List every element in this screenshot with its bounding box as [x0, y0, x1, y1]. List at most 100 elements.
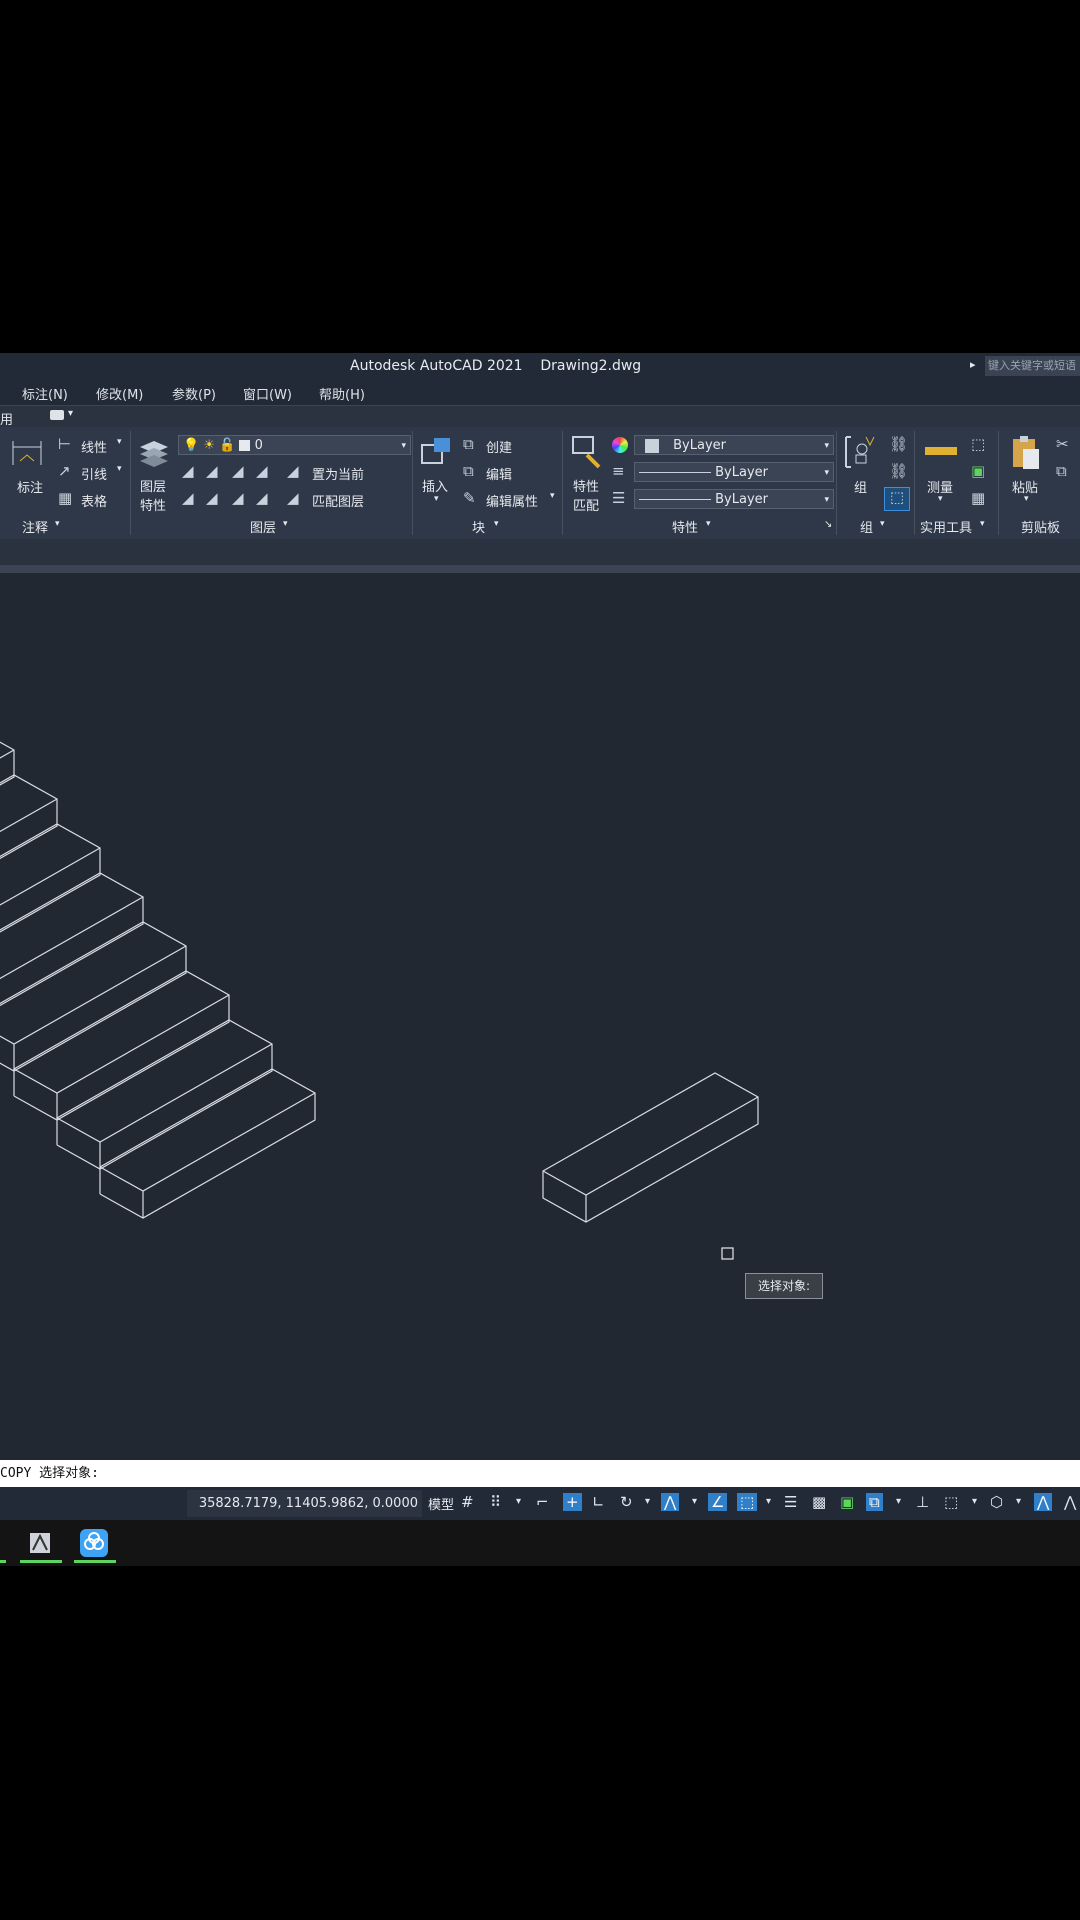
panel-launcher-icon[interactable]: ↘ [824, 519, 832, 530]
panel-title-properties[interactable]: 特性 [672, 517, 698, 536]
expand-arrow-icon[interactable]: ▸ [970, 358, 976, 371]
insert-button[interactable]: 插入 [422, 476, 448, 495]
layer-properties-label-1[interactable]: 图层 [140, 476, 166, 495]
menu-modify[interactable]: 修改(M) [96, 384, 143, 403]
insert-block-icon[interactable] [418, 435, 454, 469]
cut-icon[interactable]: ✂ [1056, 435, 1069, 453]
chevron-down-icon[interactable]: ▾ [516, 1496, 521, 1507]
layer-thaw-icon[interactable]: ◢ [232, 489, 244, 507]
measure-icon[interactable] [924, 441, 958, 461]
dimension-icon[interactable] [10, 435, 44, 469]
panel-title-layers[interactable]: 图层 [250, 517, 276, 536]
layer-unisolate-icon[interactable]: ◢ [206, 489, 218, 507]
panel-title-block[interactable]: 块 [472, 517, 485, 536]
object-snap-icon[interactable]: ⬚ [737, 1493, 758, 1511]
group-edit-icon[interactable]: ⛓ [889, 462, 908, 480]
chevron-down-icon[interactable]: ▾ [117, 437, 122, 447]
ungroup-icon[interactable]: ⛓ [889, 435, 908, 453]
color-wheel-icon[interactable] [612, 437, 628, 453]
menu-window[interactable]: 窗口(W) [243, 384, 292, 403]
gizmo-icon[interactable]: ⬚ [944, 1493, 958, 1511]
layer-off-icon[interactable]: ◢ [182, 462, 194, 480]
layer-properties-label-2[interactable]: 特性 [140, 495, 166, 514]
copy-clip-icon[interactable]: ⧉ [1056, 462, 1067, 480]
group-icon[interactable] [842, 433, 876, 471]
chevron-down-icon[interactable]: ▾ [645, 1496, 650, 1507]
dynamic-input-icon[interactable]: + [563, 1493, 582, 1511]
linear-icon[interactable]: ⊢ [58, 435, 71, 453]
snap-icon[interactable]: ⠿ [490, 1493, 501, 1511]
set-current-icon[interactable]: ◢ [287, 462, 299, 480]
edit-block-button[interactable]: 编辑 [486, 464, 512, 483]
chevron-down-icon[interactable]: ▾ [692, 1496, 697, 1507]
lineweight-dropdown[interactable]: ByLayer ▾ [634, 489, 834, 509]
match-properties-label-2[interactable]: 匹配 [573, 495, 599, 514]
chevron-down-icon[interactable]: ▾ [117, 464, 122, 474]
table-icon[interactable]: ▦ [58, 489, 72, 507]
chevron-down-icon[interactable]: ▾ [1016, 1496, 1021, 1507]
layer-dropdown[interactable]: 💡 ☀ 🔓 0 ▾ [178, 435, 411, 455]
annotation-scale-icon[interactable]: ⋀ [1034, 1493, 1053, 1511]
chevron-down-icon[interactable]: ▾ [68, 408, 73, 419]
layer-freeze-icon[interactable]: ◢ [232, 462, 244, 480]
drawing-canvas[interactable]: 选择对象: [0, 573, 1080, 1460]
annotation-visibility-icon[interactable]: ⬡ [990, 1493, 1003, 1511]
panel-title-annotate[interactable]: 注释 [22, 517, 48, 536]
quick-select-icon[interactable]: ⬚ [971, 435, 985, 453]
match-layer-button[interactable]: 匹配图层 [312, 491, 364, 510]
leader-button[interactable]: 引线 [81, 464, 107, 483]
match-properties-label-1[interactable]: 特性 [573, 476, 599, 495]
workspace-icon[interactable]: ⋀ [1064, 1493, 1076, 1511]
layer-isolate-icon[interactable]: ◢ [206, 462, 218, 480]
chevron-down-icon[interactable]: ▾ [434, 494, 439, 504]
linear-button[interactable]: 线性 [81, 437, 107, 456]
panel-title-utilities[interactable]: 实用工具 [920, 517, 972, 536]
match-layer-icon[interactable]: ◢ [287, 489, 299, 507]
create-block-icon[interactable]: ⧉ [463, 435, 474, 453]
group-button[interactable]: 组 [854, 477, 867, 496]
table-button[interactable]: 表格 [81, 491, 107, 510]
tab-options-icon[interactable] [50, 410, 64, 420]
search-input[interactable]: 键入关键字或短语 [985, 356, 1080, 376]
menu-parametric[interactable]: 参数(P) [172, 384, 216, 403]
select-all-icon[interactable]: ▣ [971, 462, 985, 480]
autocad-app-icon[interactable] [27, 1530, 53, 1556]
tab-default[interactable]: 用 [0, 409, 13, 428]
linetype-dropdown[interactable]: ByLayer ▾ [634, 462, 834, 482]
chevron-down-icon[interactable]: ▾ [706, 519, 711, 529]
grid-icon[interactable]: # [461, 1493, 474, 1511]
edit-attribute-icon[interactable]: ✎ [463, 489, 476, 507]
chevron-down-icon[interactable]: ▾ [283, 519, 288, 529]
edit-attribute-button[interactable]: 编辑属性 [486, 491, 538, 510]
panel-title-groups[interactable]: 组 [860, 517, 873, 536]
isometric-drafting-icon[interactable]: ⋀ [661, 1493, 680, 1511]
chevron-down-icon[interactable]: ▾ [880, 519, 885, 529]
menu-help[interactable]: 帮助(H) [319, 384, 365, 403]
ucs-icon[interactable]: ⊥ [916, 1493, 929, 1511]
browser-app-icon[interactable] [80, 1529, 108, 1557]
model-space-button[interactable]: 模型 [428, 1494, 454, 1513]
dimension-button[interactable]: 标注 [17, 477, 43, 496]
linetype-icon[interactable]: ≡ [612, 462, 625, 480]
ortho-icon[interactable]: ∟ [592, 1493, 605, 1511]
chevron-down-icon[interactable]: ▾ [1024, 494, 1029, 504]
object-snap-tracking-icon[interactable]: ∠ [708, 1493, 728, 1511]
command-line[interactable]: COPY 选择对象: [0, 1460, 1080, 1487]
paste-icon[interactable] [1008, 433, 1042, 471]
menu-dimension[interactable]: 标注(N) [22, 384, 68, 403]
calculator-icon[interactable]: ▦ [971, 489, 985, 507]
infer-constraints-icon[interactable]: ⌐ [536, 1493, 549, 1511]
chevron-down-icon[interactable]: ▾ [550, 491, 555, 501]
layer-unlock-icon[interactable]: ◢ [256, 489, 268, 507]
3d-object-snap-icon[interactable]: ⧉ [866, 1493, 883, 1511]
layer-lock-icon[interactable]: ◢ [256, 462, 268, 480]
lineweight-toggle-icon[interactable]: ☰ [784, 1493, 797, 1511]
panel-title-clipboard[interactable]: 剪贴板 [1021, 517, 1060, 536]
transparency-icon[interactable]: ▩ [812, 1493, 826, 1511]
edit-block-icon[interactable]: ⧉ [463, 462, 474, 480]
color-dropdown[interactable]: ByLayer ▾ [634, 435, 834, 455]
chevron-down-icon[interactable]: ▾ [972, 1496, 977, 1507]
set-current-button[interactable]: 置为当前 [312, 464, 364, 483]
chevron-down-icon[interactable]: ▾ [980, 519, 985, 529]
coordinate-readout[interactable]: 35828.7179, 11405.9862, 0.0000 [187, 1490, 422, 1517]
